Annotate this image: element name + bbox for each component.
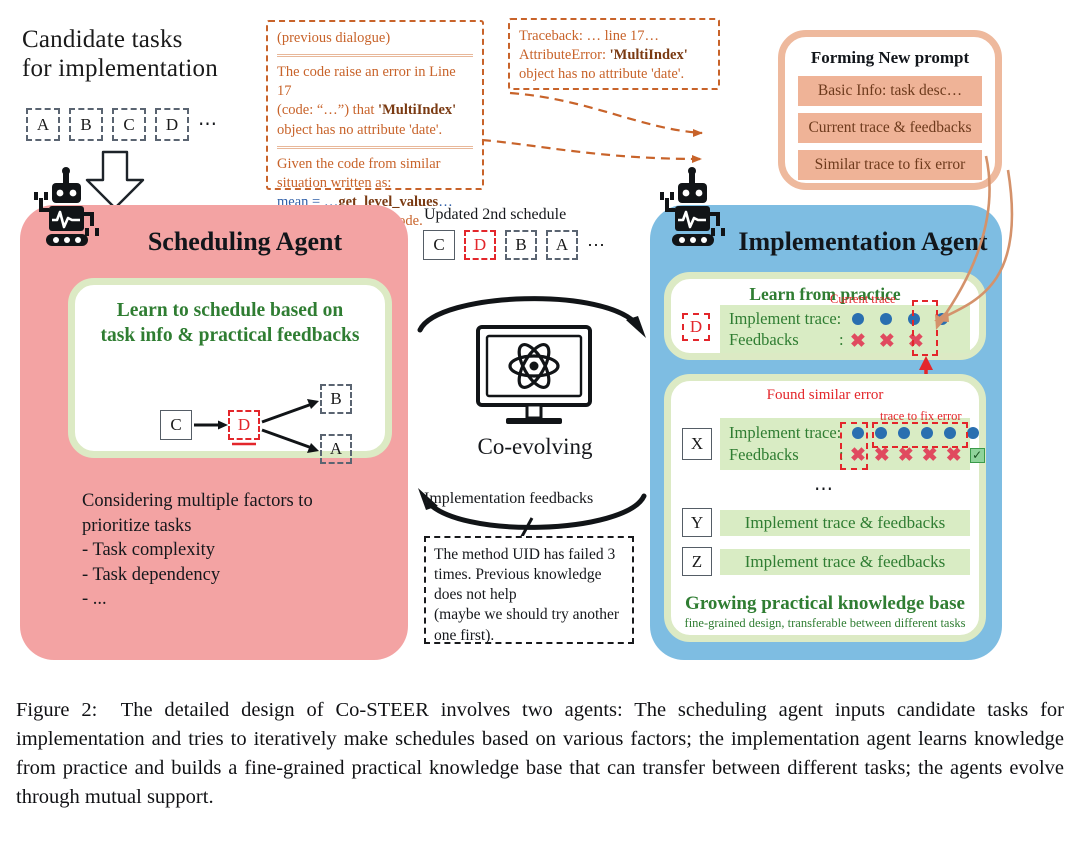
prev-dialogue-line-2b: 'MultiIndex' (378, 102, 457, 119)
similar-card-task-chip[interactable]: X (682, 428, 712, 460)
candidate-chip-ellipsis: ⋯ (198, 114, 219, 135)
feedback-x-icon: ✖ (921, 445, 938, 466)
factor-item-more: - ... (82, 589, 107, 610)
candidate-chip-d[interactable]: D (155, 108, 189, 141)
similar-error-highlight (840, 422, 868, 470)
monitor-atom-icon (476, 325, 592, 424)
candidate-title-line-2: for implementation (22, 54, 218, 82)
factors-intro-line-2: prioritize tasks (82, 515, 192, 536)
chip-label: Y (690, 512, 704, 532)
factor-item-complexity: - Task complexity (82, 540, 215, 561)
chip-label: D (473, 235, 487, 254)
figure-root: Candidate tasks for implementation A B C… (0, 0, 1080, 842)
divider (277, 145, 473, 149)
candidate-title-line-1: Candidate tasks (22, 26, 183, 53)
trace-to-fix-error-highlight (872, 422, 968, 448)
schedule-chip-ellipsis: ⋯ (587, 234, 607, 255)
scheduling-factors: Considering multiple factors to prioriti… (82, 489, 382, 612)
knowledge-base-title: Growing practical knowledge base (685, 593, 965, 614)
candidate-task-chip-list: A B C D ⋯ (26, 108, 219, 141)
prev-dialogue-header: (previous dialogue) (277, 30, 391, 46)
factor-item-dependency: - Task dependency (82, 564, 221, 585)
chip-label: B (515, 235, 527, 254)
note-connectors (481, 91, 703, 163)
feedback-note-line-2: times. Previous knowledge (434, 566, 602, 584)
feedback-note-line-4: (maybe we should try another (434, 606, 620, 624)
kb-row-label: Implement trace & feedbacks (744, 552, 946, 571)
schedule-chip-d[interactable]: D (464, 230, 496, 260)
implementation-feedbacks-label: Implementation feedbacks (424, 490, 594, 507)
knowledge-base-subtitle: fine-grained design, transferable betwee… (684, 616, 966, 630)
figure-caption-text: The detailed design of Co-STEER involves… (16, 699, 1064, 809)
prompt-feedback-arrow (935, 155, 991, 330)
prev-dialogue-line-1: The code raise an error in Line 17 (277, 64, 456, 100)
similar-card-trace-label: Implement trace: (729, 423, 842, 442)
feedback-note-line-1: The method UID has failed 3 (434, 546, 616, 563)
schedule-graph: C D B A (160, 384, 375, 464)
chip-label: D (165, 114, 179, 134)
traceback-line-2: AttributeError: 'MultiIndex' (519, 46, 709, 65)
candidate-chip-a[interactable]: A (26, 108, 60, 141)
kb-row-label-z[interactable]: Implement trace & feedbacks (720, 549, 970, 575)
scheduling-card-heading-line-1: Learn to schedule based on (116, 300, 344, 321)
prev-dialogue-line-5: situation written as: (277, 174, 392, 191)
chip-label: B (80, 114, 92, 134)
figure-caption: Figure 2: The detailed design of Co-STEE… (16, 696, 1064, 812)
divider (277, 54, 473, 58)
updated-schedule-label: Updated 2nd schedule (424, 206, 567, 223)
prev-dialogue-line-4: Given the code from similar (277, 155, 441, 172)
feedback-x-icon: ✖ (945, 445, 962, 466)
implementation-feedback-note: The method UID has failed 3 times. Previ… (424, 536, 634, 644)
candidate-chip-c[interactable]: C (112, 108, 146, 141)
schedule-chip-a[interactable]: A (546, 230, 578, 260)
prev-dialogue-line-2a: (code: “…”) that (277, 102, 379, 119)
candidate-tasks-title: Candidate tasks for implementation (22, 26, 272, 84)
found-similar-error-heading: Found similar error (766, 387, 884, 403)
graph-edges (194, 399, 319, 453)
learn-card-feedback-label: Feedbacks (729, 330, 799, 349)
traceback-line-2a: AttributeError: (519, 47, 610, 64)
similar-card-feedback-row: ✖ ✖ ✖ ✖ ✖ ✓ (850, 446, 985, 465)
co-evolving-label: Co-evolving (477, 434, 593, 459)
similar-card-feedback-label: Feedbacks (729, 445, 799, 464)
previous-dialogue-note: (previous dialogue) The code raise an er… (266, 20, 484, 229)
traceback-line-3: object has no attribute 'date'. (519, 66, 685, 83)
feedback-note-line-3: does not help (434, 586, 517, 604)
chip-label: A (555, 235, 569, 254)
kb-row-chip-z[interactable]: Z (682, 547, 712, 576)
traceback-line-2b: 'MultiIndex' (609, 47, 688, 64)
chip-label: X (690, 434, 704, 453)
prev-dialogue-line-2: (code: “…”) that 'MultiIndex' (277, 101, 473, 120)
prev-dialogue-line-3: object has no attribute 'date'. (277, 121, 443, 138)
figure-caption-label: Figure 2: (16, 699, 98, 721)
feedback-x-icon: ✖ (873, 445, 890, 466)
chip-label: C (123, 114, 135, 134)
feedback-x-icon: ✖ (897, 445, 914, 466)
schedule-chip-c[interactable]: C (423, 230, 455, 260)
scheduling-card-heading-line-2: task info & practical feedbacks (100, 324, 360, 346)
chip-label: D (689, 317, 703, 336)
traceback-line-1: Traceback: … line 17… (519, 28, 660, 44)
scheduling-card-heading: Learn to schedule based on task info & p… (75, 299, 385, 349)
scheduling-agent-title: Scheduling Agent (147, 227, 343, 256)
factors-intro-line-1: Considering multiple factors to (82, 491, 313, 511)
chip-label: Z (691, 551, 703, 571)
chip-label: C (433, 235, 445, 254)
feedback-check-icon: ✓ (969, 448, 985, 463)
trace-dot (967, 427, 979, 439)
chip-label: A (36, 114, 50, 134)
learn-card-task-chip[interactable]: D (682, 313, 710, 341)
schedule-chip-b[interactable]: B (505, 230, 537, 260)
traceback-note: Traceback: … line 17… AttributeError: 'M… (508, 18, 720, 90)
similar-card-ellipsis: ⋯ (814, 479, 836, 500)
feedback-note-line-5: one first). (434, 626, 495, 644)
kb-row-label: Implement trace & feedbacks (744, 513, 946, 532)
updated-schedule-chip-list: C D B A ⋯ (423, 230, 607, 260)
kb-row-label-y[interactable]: Implement trace & feedbacks (720, 510, 970, 536)
candidate-chip-b[interactable]: B (69, 108, 103, 141)
kb-row-chip-y[interactable]: Y (682, 508, 712, 537)
